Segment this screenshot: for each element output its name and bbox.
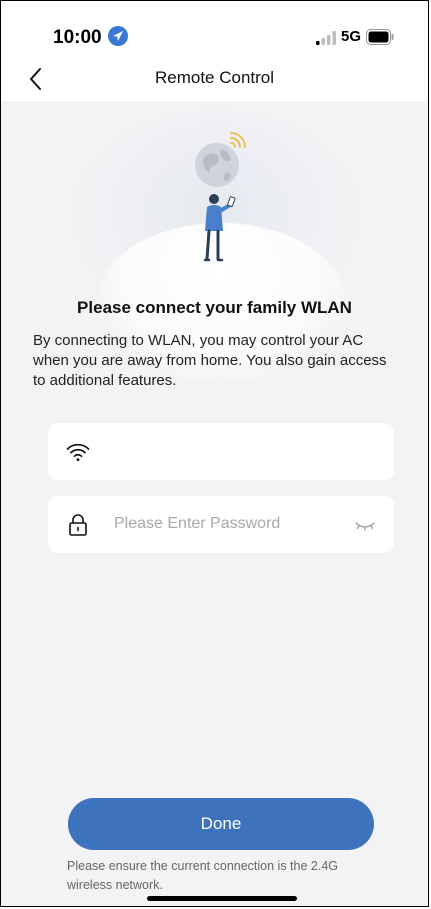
battery-icon <box>366 29 394 45</box>
nav-bar: Remote Control <box>1 61 428 101</box>
wifi-name-input[interactable] <box>114 437 374 465</box>
password-field[interactable] <box>48 496 394 553</box>
password-input[interactable] <box>114 510 344 538</box>
network-type: 5G <box>341 28 362 45</box>
status-time: 10:00 <box>53 27 102 48</box>
home-indicator[interactable] <box>147 896 297 901</box>
globe-icon <box>195 132 246 187</box>
footnote: Please ensure the current connection is … <box>67 859 338 892</box>
app-screen: 10:00 5G Remote Control Please connect y… <box>0 0 429 907</box>
wifi-icon <box>66 443 90 461</box>
person-with-phone-icon <box>203 194 236 262</box>
page-title: Remote Control <box>154 68 275 87</box>
wifi-network-field[interactable] <box>48 423 394 480</box>
hero-illustration <box>1 101 428 383</box>
headline: Please connect your family WLAN <box>77 298 352 317</box>
eye-closed-icon[interactable] <box>353 515 377 535</box>
status-bar: 10:00 5G <box>1 1 428 61</box>
description: By connecting to WLAN, you may control y… <box>33 332 387 389</box>
lock-icon <box>69 514 87 536</box>
done-button[interactable]: Done <box>68 798 374 850</box>
location-arrow-icon <box>108 26 128 46</box>
cellular-signal-icon <box>316 31 336 45</box>
